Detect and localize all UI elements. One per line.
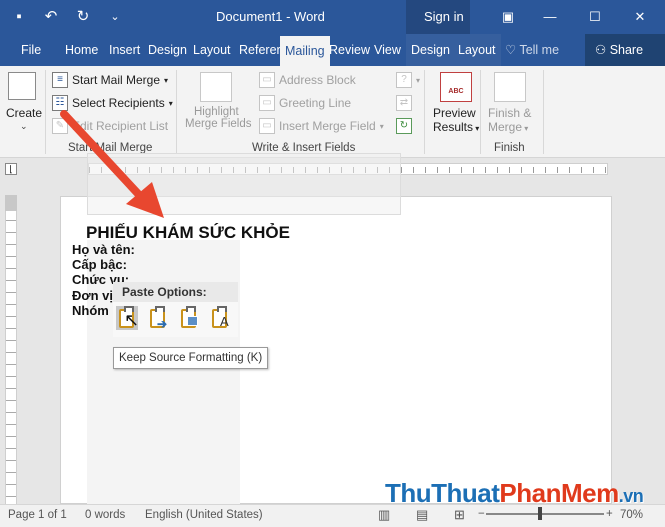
highlight-fields-icon: [200, 72, 232, 102]
recipients-icon: ☷: [52, 95, 68, 111]
create-button[interactable]: Create: [6, 106, 42, 120]
highlight-merge-fields-button[interactable]: Highlight Merge Fields: [185, 106, 251, 130]
read-mode-icon[interactable]: ▥: [378, 507, 390, 523]
preview-results-button[interactable]: Preview Results ▾: [433, 106, 479, 134]
tab-insert[interactable]: Insert: [104, 34, 145, 66]
field-unit[interactable]: Đơn vị: [72, 288, 113, 303]
paste-options-header: Paste Options:: [113, 282, 238, 302]
tab-design[interactable]: Design: [143, 34, 192, 66]
language-indicator[interactable]: English (United States): [145, 509, 263, 521]
document-icon: ≡: [52, 72, 68, 88]
merge-field-icon: ▭: [259, 118, 275, 134]
tab-table-layout[interactable]: Layout: [453, 34, 501, 66]
quick-access-toolbar: ▪ ↶ ↻ ⌄: [8, 6, 126, 28]
close-icon[interactable]: ✕: [620, 0, 660, 34]
paste-tooltip: Keep Source Formatting (K): [113, 347, 268, 369]
start-mail-merge-button[interactable]: ≡ Start Mail Merge ▾: [52, 72, 168, 88]
tab-file[interactable]: File: [16, 34, 46, 66]
undo-icon[interactable]: ↶: [40, 6, 62, 28]
chevron-down-icon: ⌄: [20, 121, 28, 131]
greeting-line-icon: ▭: [259, 95, 275, 111]
tab-references[interactable]: Referer: [234, 34, 286, 66]
rules-button[interactable]: ? ▾: [396, 72, 420, 88]
refresh-icon: ↻: [396, 118, 412, 134]
select-recipients-button[interactable]: ☷ Select Recipients ▾: [52, 95, 173, 111]
match-fields-button[interactable]: ⇄: [396, 95, 412, 111]
document-title: Document1 - Word: [216, 9, 325, 24]
field-full-name[interactable]: Họ và tên:: [72, 242, 135, 257]
zoom-in-icon[interactable]: +: [606, 508, 613, 520]
zoom-out-icon[interactable]: −: [478, 508, 485, 520]
customize-icon[interactable]: ⌄: [104, 6, 126, 28]
tab-table-design[interactable]: Design: [406, 34, 455, 66]
rules-icon: ?: [396, 72, 412, 88]
ribbon-tabs: File Home Insert Design Layout Referer M…: [0, 34, 665, 66]
zoom-slider-track[interactable]: [486, 513, 604, 515]
red-arrow-icon: [60, 110, 164, 218]
tab-review[interactable]: Review: [324, 34, 375, 66]
tab-stop-selector[interactable]: ⌊: [5, 163, 17, 175]
update-labels-button[interactable]: ↻: [396, 118, 412, 134]
address-block-button[interactable]: ▭ Address Block: [259, 72, 356, 88]
address-block-icon: ▭: [259, 72, 275, 88]
field-rank[interactable]: Cấp bậc:: [72, 257, 127, 272]
preview-abc-icon: ABC: [440, 72, 472, 102]
web-layout-icon[interactable]: ⊞: [454, 507, 465, 523]
tab-home[interactable]: Home: [60, 34, 103, 66]
title-bar: ▪ ↶ ↻ ⌄ Document1 - Word Sign in ▣ — ☐ ✕: [0, 0, 665, 34]
minimize-icon[interactable]: —: [530, 0, 570, 34]
field-group[interactable]: Nhóm: [72, 303, 109, 318]
merge-formatting-icon[interactable]: ➔: [147, 306, 169, 331]
mouse-cursor-icon: ↖: [124, 310, 140, 330]
page-count[interactable]: Page 1 of 1: [8, 509, 67, 521]
vertical-ruler: [5, 195, 17, 505]
tab-layout[interactable]: Layout: [188, 34, 236, 66]
tab-view[interactable]: View: [369, 34, 406, 66]
zoom-level[interactable]: 70%: [620, 509, 643, 521]
lightbulb-icon: ♡: [505, 43, 520, 57]
ribbon-display-icon[interactable]: ▣: [488, 0, 528, 34]
watermark-logo: ThuThuatPhanMem.vn: [385, 478, 644, 508]
group-label-finish: Finish: [494, 142, 525, 154]
finish-merge-icon: [494, 72, 526, 102]
tab-mailings[interactable]: Mailing: [280, 36, 330, 66]
picture-icon[interactable]: [178, 306, 200, 330]
maximize-icon[interactable]: ☐: [575, 0, 615, 34]
keep-text-only-icon[interactable]: A: [209, 306, 231, 330]
word-count[interactable]: 0 words: [85, 509, 125, 521]
sign-in-button[interactable]: Sign in: [406, 0, 470, 34]
greeting-line-button[interactable]: ▭ Greeting Line: [259, 95, 351, 111]
document-heading[interactable]: PHIẾU KHÁM SỨC KHỎE: [86, 223, 290, 243]
save-icon[interactable]: ▪: [8, 6, 30, 28]
person-icon: ⚇: [595, 43, 610, 57]
insert-merge-field-button[interactable]: ▭ Insert Merge Field ▾: [259, 118, 384, 134]
envelope-icon: [8, 72, 36, 100]
tell-me-box[interactable]: ♡ Tell me: [505, 34, 559, 66]
match-fields-icon: ⇄: [396, 95, 412, 111]
redo-icon[interactable]: ↻: [72, 6, 94, 28]
finish-merge-button[interactable]: Finish & Merge ▾: [488, 106, 531, 134]
share-button[interactable]: ⚇ Share: [585, 34, 665, 66]
print-layout-icon[interactable]: ▤: [416, 507, 428, 523]
